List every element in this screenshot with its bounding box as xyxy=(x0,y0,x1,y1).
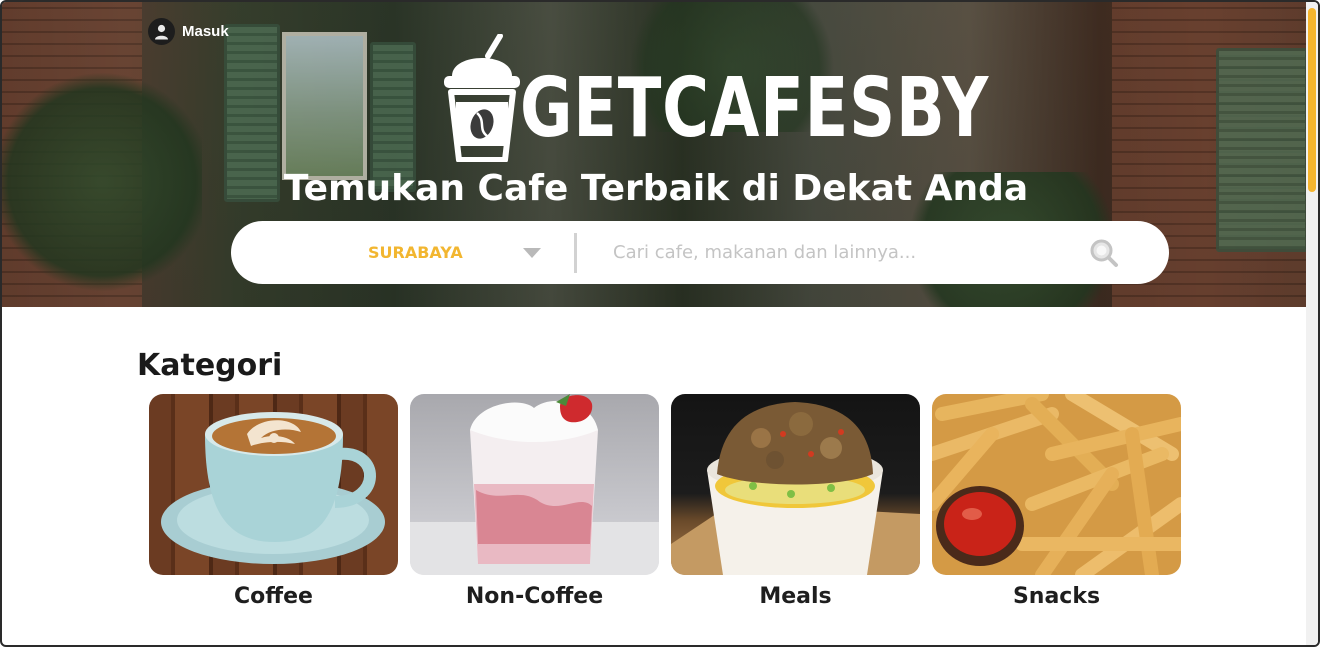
caret-down-icon xyxy=(523,248,541,258)
login-button[interactable]: Masuk xyxy=(148,18,229,45)
city-dropdown[interactable]: SURABAYA xyxy=(231,221,574,284)
category-label: Meals xyxy=(759,584,832,609)
search-input[interactable] xyxy=(577,221,1089,284)
page-scrollbar[interactable] xyxy=(1306,2,1318,645)
category-image-snacks xyxy=(932,394,1181,575)
category-label: Snacks xyxy=(1012,584,1101,609)
site-logo[interactable]: GETCAFESBY xyxy=(442,34,988,162)
search-icon[interactable] xyxy=(1089,238,1119,268)
logo-text: GETCAFESBY xyxy=(520,61,990,156)
category-non-coffee[interactable]: Non-Coffee xyxy=(410,394,659,609)
hero-tagline: Temukan Cafe Terbaik di Dekat Anda xyxy=(283,168,1029,209)
category-snacks[interactable]: Snacks xyxy=(932,394,1181,609)
category-label: Coffee xyxy=(234,584,313,609)
user-icon xyxy=(148,18,175,45)
login-label: Masuk xyxy=(182,23,229,40)
hero-bg-painting xyxy=(282,32,367,180)
city-dropdown-value: SURABAYA xyxy=(368,243,463,262)
category-image-non-coffee xyxy=(410,394,659,575)
cafe-cup-icon xyxy=(444,34,520,162)
hero-banner: Masuk GETCAFESBY Temukan Cafe Terbaik di… xyxy=(2,2,1310,307)
scrollbar-thumb[interactable] xyxy=(1308,8,1316,192)
category-image-meals xyxy=(671,394,920,575)
category-label: Non-Coffee xyxy=(465,584,604,609)
category-image-coffee xyxy=(149,394,398,575)
search-bar: SURABAYA xyxy=(231,221,1169,284)
page: Masuk GETCAFESBY Temukan Cafe Terbaik di… xyxy=(0,0,1320,647)
kategori-title: Kategori xyxy=(137,348,283,383)
hero-bg-shutter xyxy=(1216,48,1308,252)
category-meals[interactable]: Meals xyxy=(671,394,920,609)
category-coffee[interactable]: Coffee xyxy=(149,394,398,609)
